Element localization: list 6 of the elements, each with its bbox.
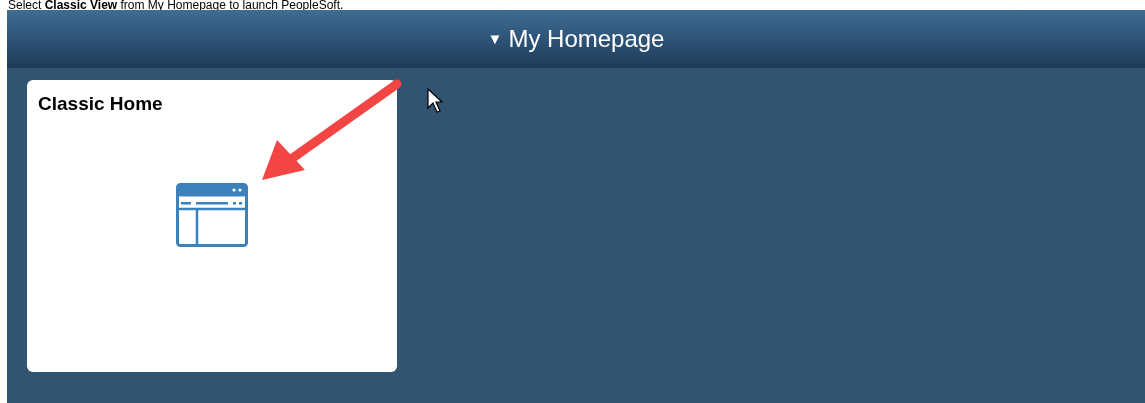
window-icon	[176, 182, 248, 247]
tile-title: Classic Home	[38, 92, 163, 116]
dropdown-caret[interactable]: ▼	[487, 27, 503, 51]
mouse-cursor-icon	[427, 88, 443, 114]
classic-home-tile[interactable]: Classic Home	[27, 80, 397, 372]
page-title[interactable]: My Homepage	[508, 21, 665, 57]
